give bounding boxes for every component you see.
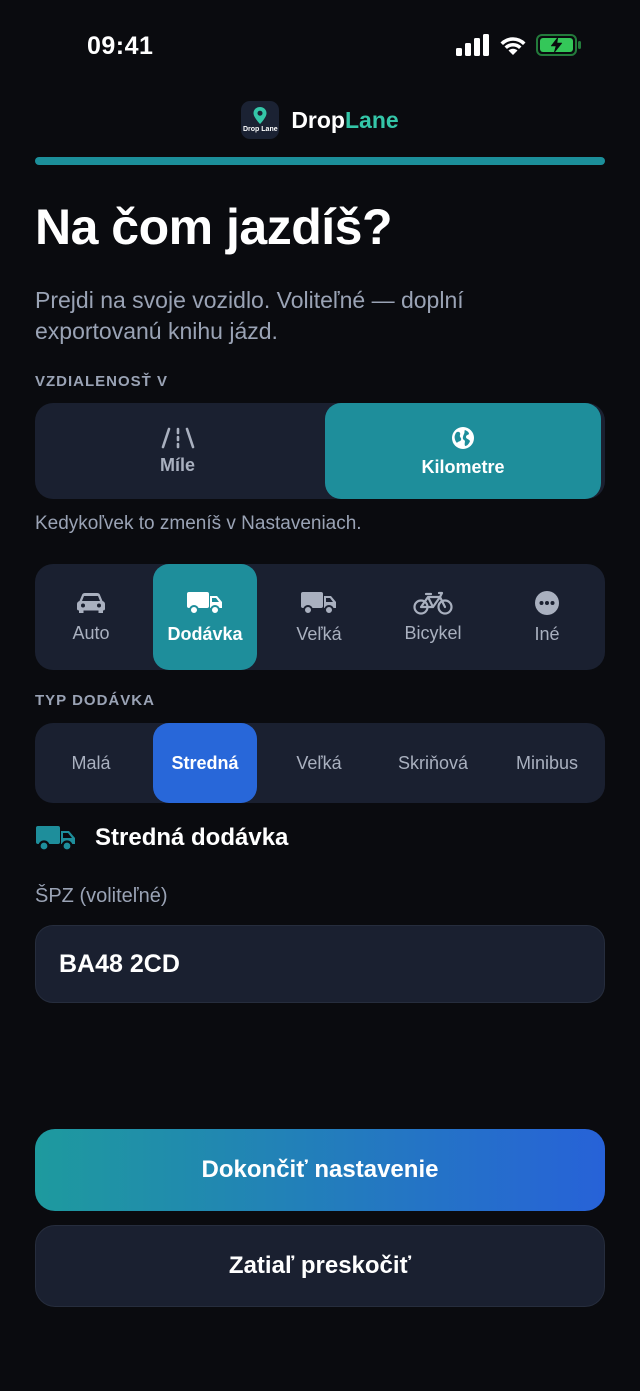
vehicle-option-car[interactable]: Auto [39,564,143,670]
vehicle-option-van-label: Dodávka [167,623,243,644]
vehicle-type-selector: Auto Dodávka Veľká Bicykel Iné [35,564,605,670]
van-type-option-large[interactable]: Veľká [267,723,371,803]
signal-icon [456,34,489,56]
wifi-icon [500,37,526,55]
vehicle-option-other[interactable]: Iné [495,564,599,670]
distance-unit-toggle: Míle Kilometre [35,403,605,499]
status-icons [456,34,582,56]
onboarding-progress-bar [35,157,605,165]
location-pin-icon [253,107,267,124]
unit-option-kilometers-label: Kilometre [421,456,505,477]
car-icon [77,592,105,613]
van-icon [187,591,222,615]
page-subtitle: Prejdi na svoje vozidlo. Voliteľné — dop… [35,287,464,344]
license-plate-input[interactable] [35,925,605,1003]
app-logo: Drop Lane [241,101,280,139]
finish-setup-button[interactable]: Dokončiť nastavenie [35,1129,605,1211]
app-name-part1: Drop [291,106,345,133]
status-time: 09:41 [87,32,154,60]
battery-charging-icon [536,34,581,56]
distance-unit-label: VZDIALENOSŤ V [35,373,169,390]
page-title: Na čom jazdíš? [35,199,393,255]
app-logo-text: Drop Lane [243,126,278,133]
van-type-option-minibus[interactable]: Minibus [493,723,601,803]
license-plate-label: ŠPZ (voliteľné) [35,885,168,907]
unit-change-hint: Kedykoľvek to zmeníš v Nastaveniach. [35,513,362,534]
unit-option-kilometers[interactable]: Kilometre [325,403,601,499]
app-name-part2: Lane [344,106,399,133]
truck-icon [301,591,336,615]
van-type-option-box[interactable]: Skriňová [381,723,485,803]
van-type-option-small[interactable]: Malá [39,723,143,803]
selected-vehicle-name: Stredná dodávka [95,824,289,851]
vehicle-option-other-label: Iné [534,623,560,644]
status-bar: 09:41 [0,0,640,95]
skip-button[interactable]: Zatiaľ preskočiť [35,1225,605,1307]
van-type-label: TYP DODÁVKA [35,692,155,709]
vehicle-option-truck-label: Veľká [296,623,342,644]
van-type-option-medium[interactable]: Stredná [153,723,257,803]
more-icon [535,590,559,615]
road-icon [161,427,194,448]
vehicle-option-van[interactable]: Dodávka [153,564,257,670]
vehicle-option-truck[interactable]: Veľká [267,564,371,670]
van-type-selector: Malá Stredná Veľká Skriňová Minibus [35,723,605,803]
vehicle-option-car-label: Auto [72,622,110,643]
app-brand: Drop Lane DropLane [0,101,640,139]
app-name: DropLane [291,107,398,134]
van-icon [36,826,75,852]
vehicle-option-bicycle-label: Bicykel [404,622,462,643]
unit-option-miles[interactable]: Míle [35,403,320,499]
bicycle-icon [413,591,453,615]
globe-icon [452,426,474,449]
unit-option-miles-label: Míle [159,454,195,475]
vehicle-option-bicycle[interactable]: Bicykel [381,564,485,670]
selected-vehicle-summary: Stredná dodávka [35,823,288,853]
